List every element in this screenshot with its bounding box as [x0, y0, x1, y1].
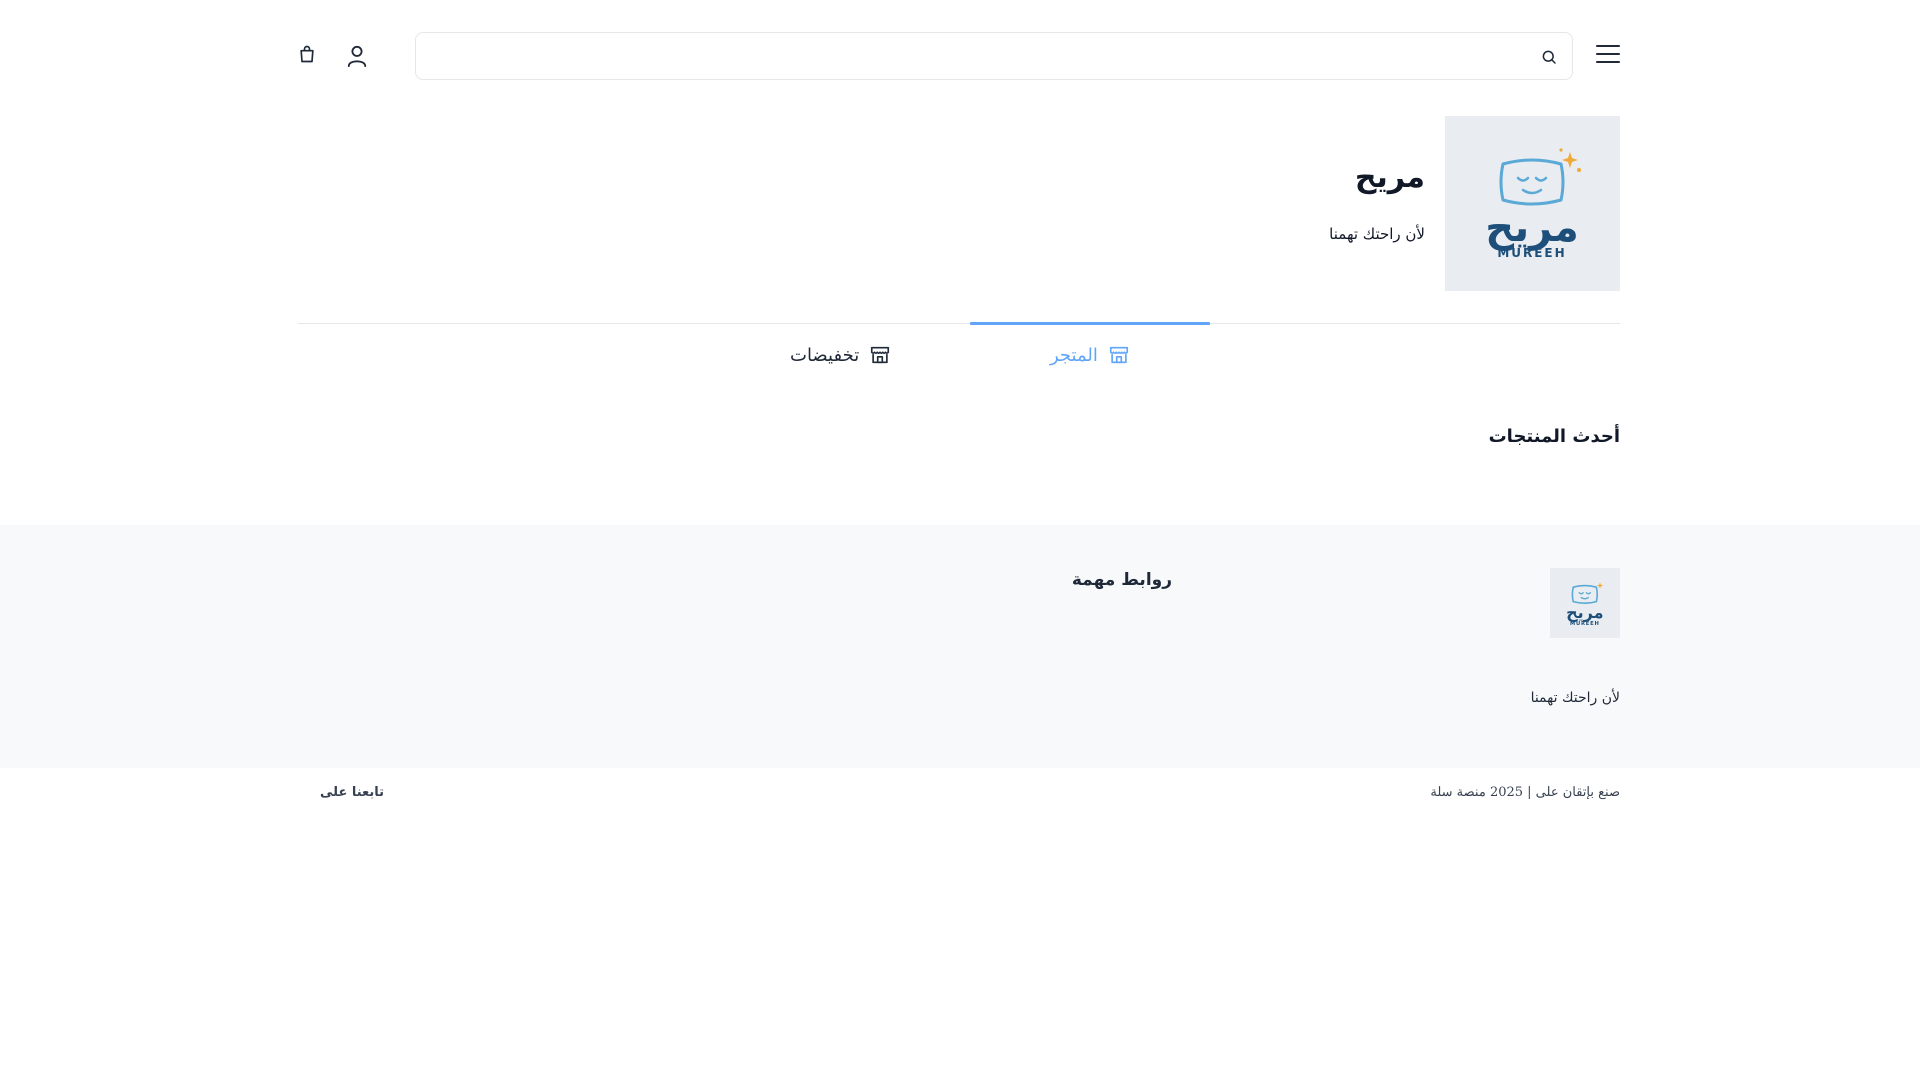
tabs-divider	[298, 323, 1620, 324]
footer-links-title: روابط مهمة	[1071, 570, 1172, 590]
tab-store[interactable]: المتجر	[1050, 340, 1130, 370]
tab-offers[interactable]: تخفيضات	[790, 340, 891, 370]
copyright-text[interactable]: صنع بإتقان على | 2025 منصة سلة	[1430, 785, 1620, 800]
storefront-icon	[1109, 346, 1128, 364]
store-tagline: لأن راحتك تهمنا	[1329, 225, 1425, 243]
store-name: مريح	[1354, 160, 1425, 195]
search-input[interactable]	[416, 33, 1572, 79]
tab-store-label: المتجر	[1050, 344, 1098, 366]
tab-offers-label: تخفيضات	[790, 344, 860, 366]
search-icon[interactable]	[1540, 48, 1558, 66]
logo-arabic-text: مريح	[1485, 205, 1579, 251]
store-logo: مريح MUREEH	[1445, 116, 1620, 291]
footer	[0, 525, 1920, 768]
hamburger-menu-icon[interactable]	[1596, 45, 1620, 65]
footer-logo-arabic-text: مريح	[1566, 603, 1603, 622]
footer-tagline: لأن راحتك تهمنا	[1530, 690, 1620, 706]
follow-us-label: تابعنا على	[320, 785, 385, 800]
shopping-bag-icon[interactable]	[297, 44, 317, 64]
latest-products-heading: أحدث المنتجات	[1488, 426, 1620, 447]
tab-active-indicator	[970, 322, 1210, 325]
logo-latin-text: MUREEH	[1497, 246, 1566, 260]
user-icon[interactable]	[346, 44, 368, 68]
search-bar[interactable]	[415, 32, 1573, 80]
footer-logo-latin-text: MUREEH	[1570, 621, 1600, 627]
storefront-icon	[871, 346, 890, 364]
footer-logo[interactable]: مريح MUREEH	[1550, 568, 1620, 638]
